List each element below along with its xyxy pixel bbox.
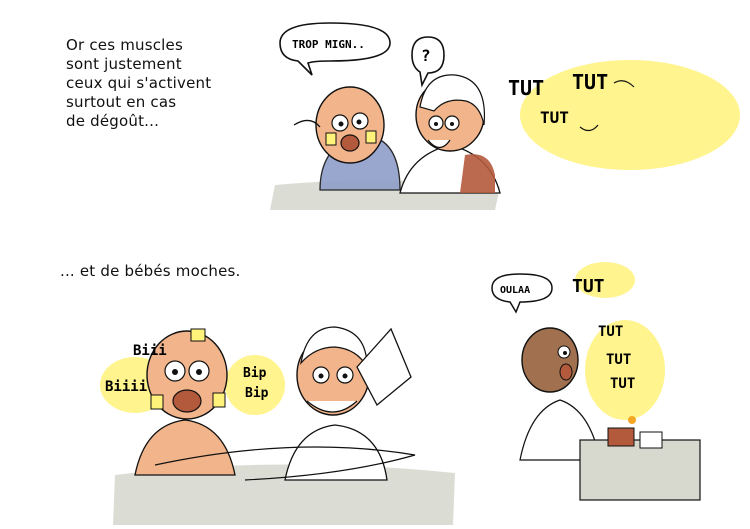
baby-body	[134, 419, 236, 476]
panel-2-illustration: Biii Biiii Bip Bip	[100, 326, 455, 525]
speech-text: OULAA	[500, 285, 530, 296]
tut-text-3: TUT	[606, 352, 631, 368]
sound-text-2: Biiii	[105, 379, 147, 395]
speech-text: TROP MIGN..	[292, 38, 365, 51]
yellow-glow	[585, 320, 665, 420]
character-head	[521, 327, 579, 393]
tut-text-3: TUT	[540, 108, 569, 127]
tut-text-1: TUT	[508, 76, 544, 100]
tut-text-1: TUT	[572, 276, 605, 297]
sound-text-4: Bip	[245, 386, 269, 401]
tut-text-4: TUT	[610, 376, 635, 392]
desk	[579, 439, 701, 501]
tut-text-2: TUT	[572, 70, 608, 94]
panel-3-illustration: OULAA TUT TUT TUT TUT	[491, 262, 701, 501]
yellow-glow	[225, 355, 285, 415]
tut-text-2: TUT	[598, 324, 623, 340]
panel-1-illustration: TROP MIGN.. ? TUT TUT TUT	[270, 22, 740, 210]
sound-text-1: Biii	[133, 343, 167, 359]
caption-panel-2: ... et de bébés moches.	[60, 262, 241, 280]
sound-text-3: Bip	[243, 366, 267, 381]
question-mark: ?	[421, 46, 431, 65]
caption-panel-1: Or ces muscles sont justement ceux qui s…	[66, 36, 212, 130]
